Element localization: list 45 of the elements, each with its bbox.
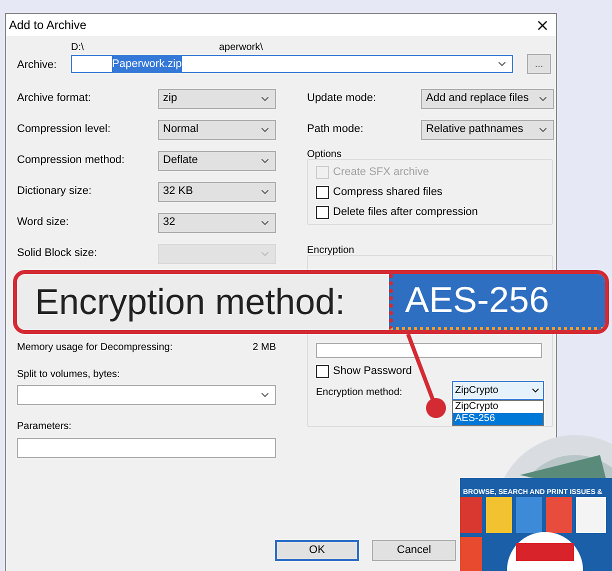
window-title: Add to Archive (9, 17, 86, 34)
path-text: D:\ (71, 41, 85, 54)
field-label: Solid Block size: (17, 246, 98, 262)
browse-button[interactable]: ... (527, 54, 551, 74)
checkbox-label: Show Password (333, 364, 412, 379)
callout-value: AES-256 (389, 274, 605, 330)
field-label: Dictionary size: (17, 184, 93, 200)
path-text: aperwork\ (219, 41, 263, 54)
group-title: Options (307, 148, 342, 159)
dropdown-field[interactable] (17, 385, 276, 405)
dropdown-field[interactable]: 32 KB (158, 182, 276, 202)
checkbox[interactable] (316, 206, 329, 218)
checkbox-label: Create SFX archive (333, 164, 429, 180)
dialog-button[interactable]: Cancel (372, 540, 456, 561)
dropdown-field[interactable]: Deflate (158, 150, 276, 170)
dialog-button[interactable]: OK (275, 540, 359, 561)
dropdown-field[interactable]: Relative pathnames (421, 120, 554, 140)
password-field[interactable] (316, 343, 542, 358)
dropdown-field[interactable]: ZipCrypto (452, 381, 544, 400)
group-title: Encryption (307, 244, 356, 255)
checkbox-label: Compress shared files (333, 184, 442, 200)
field-label: Path mode: (307, 122, 364, 138)
field-label: Encryption method: (316, 386, 404, 400)
dropdown-option[interactable]: ZipCrypto (453, 401, 543, 413)
memory-value: 2 MB (252, 340, 276, 354)
parameters-field[interactable] (17, 438, 276, 458)
callout-label: Encryption method: (34, 280, 346, 324)
archive-name-field[interactable]: Paperwork.zip (71, 55, 513, 73)
dropdown-field[interactable]: 32 (158, 212, 276, 232)
field-label: Update mode: (307, 91, 378, 106)
dropdown-field[interactable]: Add and replace files (421, 88, 554, 108)
field-label: Archive: (17, 58, 58, 73)
field-label: Parameters: (17, 420, 72, 434)
dropdown-option[interactable]: AES-256 (453, 413, 543, 425)
checkbox-label: Delete files after compression (333, 204, 478, 220)
dropdown-field[interactable]: zip (158, 88, 276, 108)
dropdown-field[interactable]: Normal (158, 120, 276, 140)
field-label: Archive format: (17, 91, 92, 106)
field-label: Word size: (17, 215, 70, 230)
field-label: Compression method: (17, 153, 126, 168)
checkbox[interactable] (316, 364, 329, 378)
field-label: Compression level: (17, 122, 112, 138)
memory-label: Memory usage for Decompressing: (17, 340, 173, 354)
field-label: Split to volumes, bytes: (17, 368, 121, 382)
checkbox[interactable] (316, 186, 329, 198)
